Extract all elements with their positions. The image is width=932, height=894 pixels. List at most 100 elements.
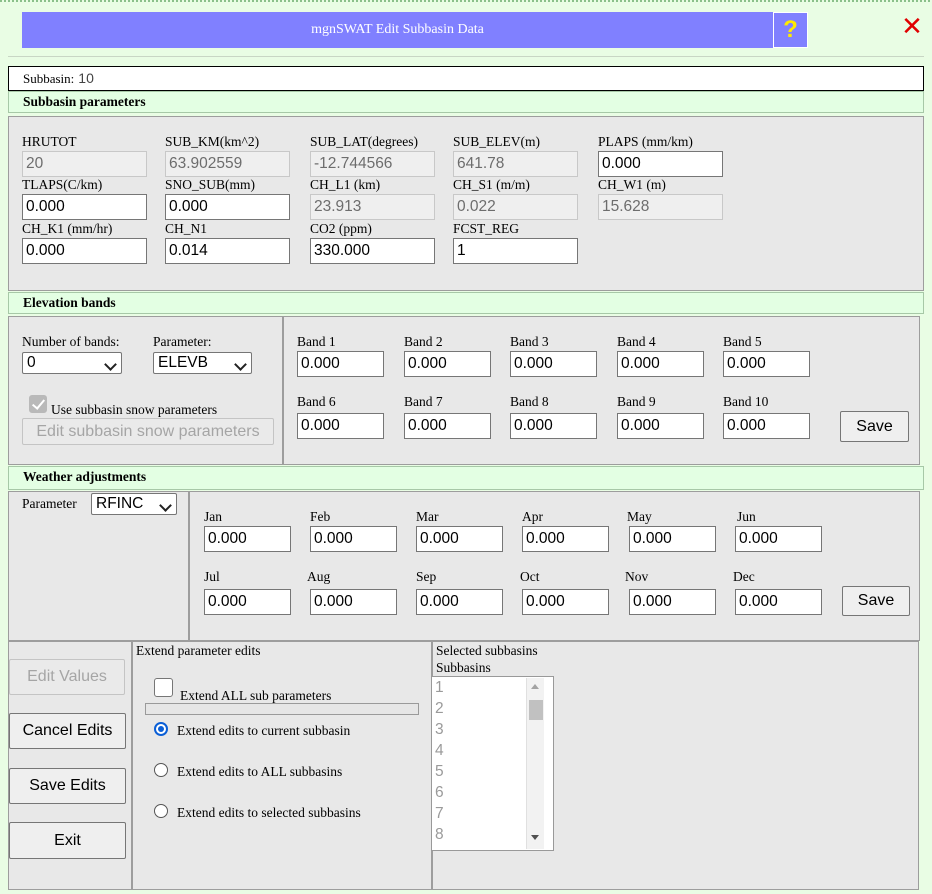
month-aug-label: Aug [307,569,331,584]
list-item[interactable]: 7 [432,803,527,824]
month-nov-field[interactable]: 0.000 [629,589,716,615]
weather-parameter-label: Parameter [22,496,77,511]
month-may-field[interactable]: 0.000 [629,526,716,552]
month-apr-field[interactable]: 0.000 [522,526,609,552]
sub-km-km-2-field: 63.902559 [165,151,290,177]
fcst-reg-field[interactable]: 1 [453,238,578,264]
month-jul-field[interactable]: 0.000 [204,589,291,615]
subbasins-list-label: Subbasins [436,660,491,675]
exit-button[interactable]: Exit [9,822,126,859]
extend-option-1-radio[interactable] [154,722,168,736]
list-item[interactable]: 5 [432,761,527,782]
list-item[interactable]: 8 [432,824,527,845]
hrutot-field: 20 [22,151,147,177]
tlaps-c-km-field[interactable]: 0.000 [22,194,147,220]
band-4-field[interactable]: 0.000 [617,351,704,377]
extend-option-1-label: Extend edits to current subbasin [177,723,351,738]
band-9-field[interactable]: 0.000 [617,413,704,439]
plaps-mm-km-field[interactable]: 0.000 [598,151,723,177]
band-5-field[interactable]: 0.000 [723,351,810,377]
band-3-label: Band 3 [510,334,549,349]
selected-subbasins-heading: Selected subbasins [436,643,538,658]
divider [8,56,924,57]
band-2-field[interactable]: 0.000 [404,351,491,377]
month-oct-field[interactable]: 0.000 [522,589,609,615]
subbasin-value: 10 [78,70,94,86]
save-edits-button[interactable]: Save Edits [9,768,126,804]
sub-elev-m-label: SUB_ELEV(m) [453,134,540,149]
chevron-down-icon [104,358,117,371]
list-item[interactable]: 3 [432,719,527,740]
band-8-field[interactable]: 0.000 [510,413,597,439]
band-7-field[interactable]: 0.000 [404,413,491,439]
cancel-edits-button[interactable]: Cancel Edits [9,713,126,749]
month-jul-label: Jul [204,569,220,584]
ch-n1-field[interactable]: 0.014 [165,238,290,264]
chevron-down-icon [234,358,247,371]
ch-w1-m-field: 15.628 [598,194,723,220]
band-1-field[interactable]: 0.000 [297,351,384,377]
band-5-label: Band 5 [723,334,762,349]
list-item[interactable]: 6 [432,782,527,803]
co2-ppm-field[interactable]: 330.000 [310,238,435,264]
num-bands-value: 0 [27,354,36,371]
extend-option-2-radio[interactable] [154,763,168,777]
ch-s1-m-m-label: CH_S1 (m/m) [453,177,530,192]
extend-heading: Extend parameter edits [136,643,261,658]
tlaps-c-km-label: TLAPS(C/km) [22,177,103,192]
month-jan-field[interactable]: 0.000 [204,526,291,552]
ch-l1-km-label: CH_L1 (km) [310,177,381,192]
ch-l1-km-field: 23.913 [310,194,435,220]
band-3-field[interactable]: 0.000 [510,351,597,377]
extend-all-sub-checkbox[interactable] [154,678,173,697]
month-may-label: May [627,509,652,524]
month-feb-field[interactable]: 0.000 [310,526,397,552]
fcst-reg-label: FCST_REG [453,221,520,236]
list-item[interactable]: 1 [432,677,527,698]
help-button[interactable]: ? [773,12,808,48]
month-jun-label: Jun [737,509,756,524]
subbasin-bar: Subbasin: 10 [8,66,924,91]
extend-all-sub-label: Extend ALL sub parameters [180,688,332,703]
extend-option-3-label: Extend edits to selected subbasins [177,805,361,820]
top-border [0,0,932,2]
list-item[interactable]: 2 [432,698,527,719]
sno-sub-mm-field[interactable]: 0.000 [165,194,290,220]
list-item[interactable]: 4 [432,740,527,761]
month-sep-label: Sep [416,569,437,584]
ch-k1-mm-hr-label: CH_K1 (mm/hr) [22,221,113,236]
weather-months-panel [189,491,920,641]
use-snow-checkbox[interactable] [29,395,47,413]
edit-values-button[interactable]: Edit Values [9,659,125,695]
weather-save-button[interactable]: Save [842,586,910,616]
scroll-thumb[interactable] [529,700,543,720]
band-1-label: Band 1 [297,334,336,349]
scroll-up-icon[interactable] [531,684,539,689]
num-bands-select[interactable]: 0 [22,352,122,374]
month-mar-field[interactable]: 0.000 [416,526,503,552]
band-10-field[interactable]: 0.000 [723,413,810,439]
month-jun-field[interactable]: 0.000 [735,526,822,552]
band-6-field[interactable]: 0.000 [297,413,384,439]
ch-k1-mm-hr-field[interactable]: 0.000 [22,238,147,264]
scroll-down-icon[interactable] [531,835,539,840]
month-dec-field[interactable]: 0.000 [735,589,822,615]
sub-lat-degrees-field: -12.744566 [310,151,435,177]
band-2-label: Band 2 [404,334,443,349]
elevation-parameter-value: ELEVB [158,354,208,371]
subbasins-listbox[interactable]: 12345678 [431,676,554,851]
elevation-bands-heading: Elevation bands [8,292,924,314]
elevation-parameter-select[interactable]: ELEVB [153,352,252,374]
extend-option-3-radio[interactable] [154,804,168,818]
hrutot-label: HRUTOT [22,134,77,149]
extend-option-2-label: Extend edits to ALL subbasins [177,764,343,779]
elevation-save-button[interactable]: Save [840,411,909,442]
month-aug-field[interactable]: 0.000 [310,589,397,615]
edit-snow-params-button[interactable]: Edit subbasin snow parameters [22,418,274,445]
list-scrollbar[interactable] [526,678,544,849]
weather-parameter-select[interactable]: RFINC [91,493,177,515]
co2-ppm-label: CO2 (ppm) [310,221,372,236]
month-sep-field[interactable]: 0.000 [416,589,503,615]
close-icon[interactable]: ✕ [898,12,926,42]
sub-km-km-2-label: SUB_KM(km^2) [165,134,260,149]
